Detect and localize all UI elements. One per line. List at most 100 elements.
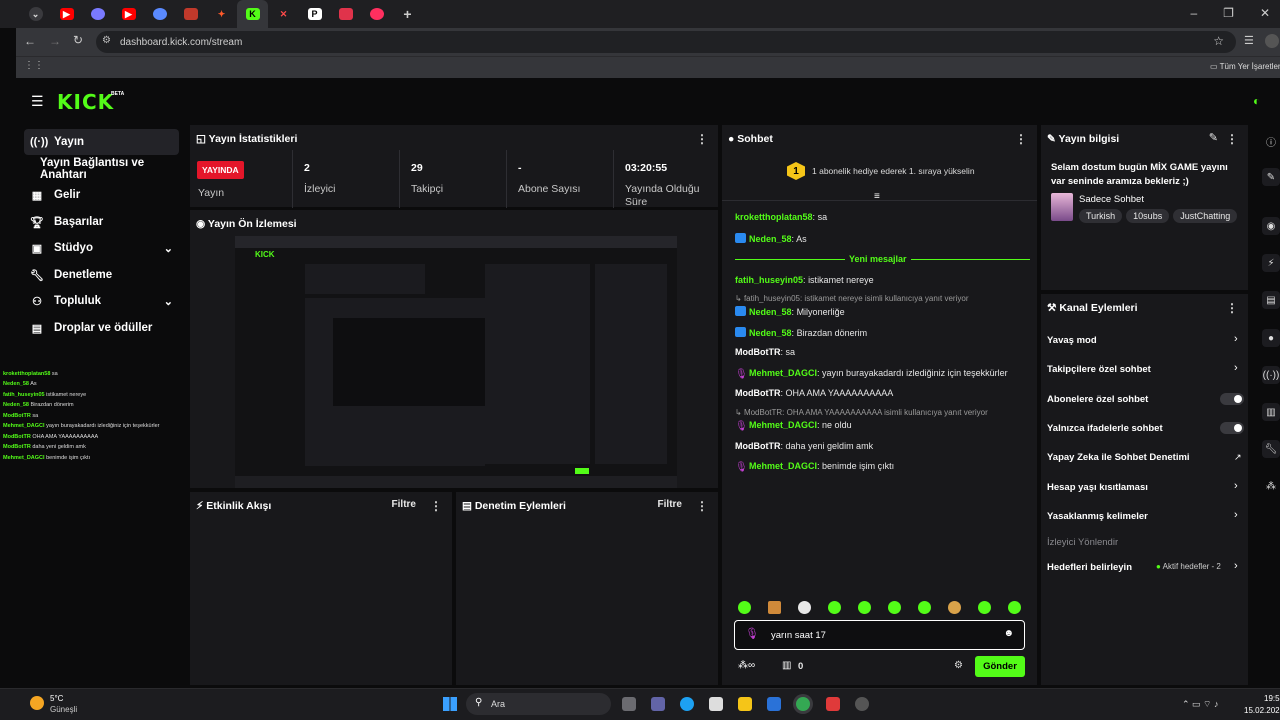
forward-icon[interactable]: → xyxy=(49,34,61,48)
tab-5[interactable] xyxy=(175,0,206,28)
site-info-icon[interactable]: ⚙ xyxy=(102,35,111,46)
chat-settings-icon[interactable]: ⚙ xyxy=(954,660,963,671)
new-tab-button[interactable]: + xyxy=(392,0,423,28)
back-icon[interactable]: ← xyxy=(24,34,36,48)
emote-icon[interactable] xyxy=(738,601,751,614)
tab-4[interactable] xyxy=(144,0,175,28)
broadcast-icon[interactable]: ((·)) xyxy=(1262,366,1280,384)
nav-yayin[interactable]: ((·)) Yayın xyxy=(24,129,179,155)
external-link-icon[interactable]: ↗ xyxy=(1234,452,1242,463)
banned-words-row[interactable]: Yasaklanmış kelimeler xyxy=(1047,511,1148,522)
chat-username[interactable]: ModBotTR xyxy=(735,347,780,357)
chevron-right-icon[interactable]: › xyxy=(1234,362,1238,374)
ai-moderation-row[interactable]: Yapay Zeka ile Sohbet Denetimi xyxy=(1047,452,1190,463)
mail-icon[interactable] xyxy=(767,697,781,711)
all-bookmarks-folder[interactable]: ▭ Tüm Yer İşaretleri xyxy=(1210,62,1280,71)
emote-icon[interactable] xyxy=(1008,601,1021,614)
chat-username[interactable]: kroketthoplatan58 xyxy=(735,212,813,222)
nav-studyo[interactable]: ▣ Stüdyo ⌄ xyxy=(24,235,179,261)
maximize-icon[interactable]: ❐ xyxy=(1223,6,1234,20)
more-options-icon[interactable]: ⋮ xyxy=(696,499,708,513)
tab-9[interactable]: P xyxy=(299,0,330,28)
controller-icon[interactable]: ◐ xyxy=(1253,94,1260,108)
more-options-icon[interactable]: ⋮ xyxy=(696,132,708,146)
apps-grid-icon[interactable]: ⋮⋮ xyxy=(24,60,44,71)
teams-icon[interactable] xyxy=(651,697,665,711)
tag[interactable]: JustChatting xyxy=(1173,209,1238,223)
chevron-right-icon[interactable]: › xyxy=(1234,480,1238,492)
nav-droplar[interactable]: ▤ Droplar ve ödüller xyxy=(24,315,179,341)
subscribers-only-toggle[interactable] xyxy=(1220,393,1244,405)
chat-username[interactable]: fatih_huseyin05 xyxy=(735,275,803,285)
edit-icon[interactable]: ✎ xyxy=(1209,131,1218,144)
url-input[interactable]: ⚙ dashboard.kick.com/stream ☆ xyxy=(96,31,1236,53)
more-options-icon[interactable]: ⋮ xyxy=(1226,132,1238,146)
tab-10[interactable] xyxy=(330,0,361,28)
close-icon[interactable]: ✕ xyxy=(1260,6,1270,20)
media-controls-icon[interactable]: ☰ xyxy=(1244,34,1254,47)
document-icon[interactable]: ▤ xyxy=(1262,291,1280,309)
nav-gelir[interactable]: ▦ Gelir xyxy=(24,182,179,208)
nav-denetleme[interactable]: 🔧︎ Denetleme xyxy=(24,262,179,288)
chat-bubble-icon[interactable]: ● xyxy=(1262,329,1280,347)
tab-6[interactable]: ✦ xyxy=(206,0,237,28)
chat-username[interactable]: ModBotTR xyxy=(735,388,780,398)
tab-youtube-2[interactable]: ▶ xyxy=(113,0,144,28)
tab-2[interactable] xyxy=(82,0,113,28)
chat-username[interactable]: Mehmet_DAGCI xyxy=(749,461,817,471)
reload-icon[interactable]: ↻ xyxy=(73,33,83,47)
chevron-right-icon[interactable]: › xyxy=(1234,560,1238,572)
set-targets-row[interactable]: Hedefleri belirleyin xyxy=(1047,562,1132,573)
chat-username[interactable]: Neden_58 xyxy=(749,234,792,244)
emote-icon[interactable] xyxy=(858,601,871,614)
file-explorer-icon[interactable] xyxy=(738,697,752,711)
emote-icon[interactable] xyxy=(888,601,901,614)
chat-username[interactable]: Mehmet_DAGCI xyxy=(749,368,817,378)
task-view-icon[interactable] xyxy=(622,697,636,711)
app-icon[interactable] xyxy=(826,697,840,711)
store-icon[interactable] xyxy=(709,697,723,711)
tab-kick-active[interactable]: K xyxy=(237,0,268,28)
emote-icon[interactable] xyxy=(978,601,991,614)
more-options-icon[interactable]: ⋮ xyxy=(1226,301,1238,315)
slow-mode-row[interactable]: Yavaş mod xyxy=(1047,335,1097,346)
emote-icon[interactable] xyxy=(768,601,781,614)
chevron-right-icon[interactable]: › xyxy=(1234,509,1238,521)
tab-search-button[interactable]: ⌄ xyxy=(20,0,51,28)
kick-logo[interactable]: KICK xyxy=(57,90,114,114)
chat-username[interactable]: Mehmet_DAGCI xyxy=(749,420,817,430)
edge-icon[interactable] xyxy=(680,697,694,711)
tab-8[interactable]: ✕ xyxy=(268,0,299,28)
community-icon[interactable]: ⁂ xyxy=(1262,477,1280,495)
taskbar-search[interactable]: ⚲ Ara xyxy=(466,693,611,715)
clock-time[interactable]: 19:5 xyxy=(1264,694,1280,703)
profile-avatar[interactable] xyxy=(1265,34,1279,48)
emote-icon[interactable] xyxy=(918,601,931,614)
bolt-icon[interactable]: ⚡︎ xyxy=(1262,254,1280,272)
chevron-right-icon[interactable]: › xyxy=(1234,333,1238,345)
windows-start-icon[interactable] xyxy=(443,697,457,711)
tab-11[interactable] xyxy=(361,0,392,28)
emote-icon[interactable] xyxy=(828,601,841,614)
followers-only-row[interactable]: Takipçilere özel sohbet xyxy=(1047,364,1151,375)
chat-username[interactable]: Neden_58 xyxy=(749,328,792,338)
emotes-only-toggle[interactable] xyxy=(1220,422,1244,434)
bookmark-star-icon[interactable]: ☆ xyxy=(1213,34,1224,48)
more-options-icon[interactable]: ⋮ xyxy=(430,499,442,513)
emoji-icon[interactable]: ☻ xyxy=(1003,628,1014,639)
camera-icon[interactable]: ◉ xyxy=(1262,217,1280,235)
emote-icon[interactable] xyxy=(798,601,811,614)
account-age-row[interactable]: Hesap yaşı kısıtlaması xyxy=(1047,482,1148,493)
nav-topluluk[interactable]: ⚇ Topluluk ⌄ xyxy=(24,288,179,314)
community-points-icon[interactable]: ⁂∞ xyxy=(738,660,755,671)
filter-button[interactable]: Filtre xyxy=(392,499,416,510)
category-name[interactable]: Sadece Sohbet xyxy=(1079,194,1144,205)
chat-username[interactable]: Neden_58 xyxy=(749,307,792,317)
wrench-icon[interactable]: 🔧︎ xyxy=(1262,440,1280,458)
more-options-icon[interactable]: ⋮ xyxy=(1015,132,1027,146)
pencil-icon[interactable]: ✎ xyxy=(1262,168,1280,186)
chat-username[interactable]: ModBotTR xyxy=(735,441,780,451)
filter-button[interactable]: Filtre xyxy=(658,499,682,510)
emote-icon[interactable] xyxy=(948,601,961,614)
tab-youtube-1[interactable]: ▶ xyxy=(51,0,82,28)
